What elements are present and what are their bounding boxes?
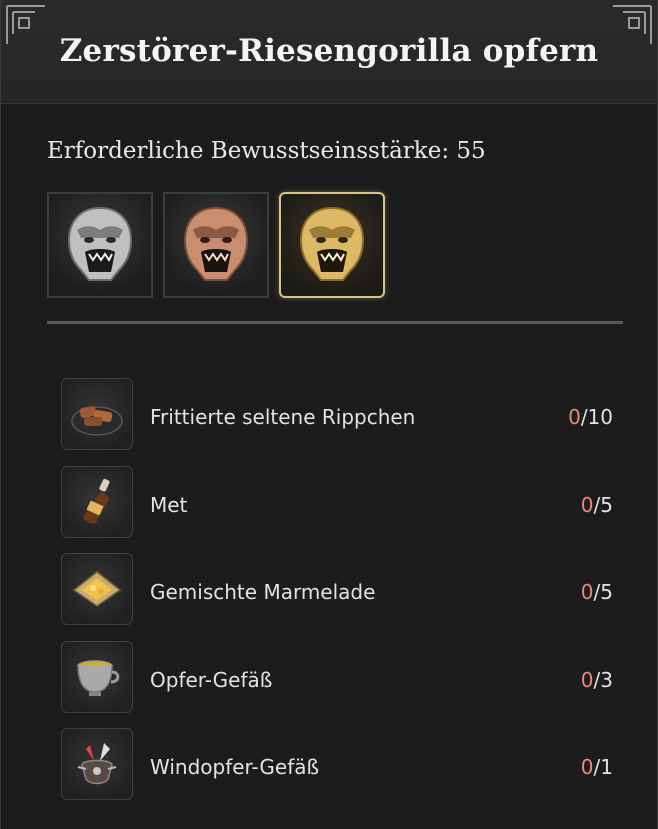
bronze-gorilla-icon (183, 206, 249, 281)
item-have-count: 0 (580, 492, 594, 517)
list-item[interactable]: Met 0/5 (61, 465, 617, 540)
mead-bottle-icon (83, 478, 110, 523)
list-item[interactable]: Windopfer-Gefäß 0/1 (61, 728, 617, 802)
tier-silver-button[interactable] (47, 192, 153, 298)
item-name: Met (150, 492, 188, 517)
item-name: Windopfer-Gefäß (150, 755, 320, 779)
item-icon-slot (61, 640, 133, 713)
sacrifice-panel: Zerstörer-Riesengorilla opfern Erforderl… (0, 0, 658, 829)
item-count: 0/1 (581, 755, 613, 779)
item-icon-slot (61, 378, 133, 450)
item-count: 0/5 (581, 580, 613, 604)
item-need-count: /3 (593, 667, 613, 692)
item-have-count: 0 (568, 405, 581, 429)
item-icon-slot (61, 728, 133, 800)
item-icon-slot (61, 553, 133, 625)
item-icon-slot (61, 465, 133, 538)
panel-header: Zerstörer-Riesengorilla opfern (1, 0, 657, 104)
material-list: Frittierte seltene Rippchen 0/10 Met 0/5 (61, 378, 617, 816)
item-have-count: 0 (580, 755, 594, 779)
silver-gorilla-icon (67, 206, 133, 281)
list-item[interactable]: Gemischte Marmelade 0/5 (61, 553, 617, 627)
section-divider (47, 321, 623, 324)
gold-gorilla-icon (299, 206, 365, 281)
list-item[interactable]: Frittierte seltene Rippchen 0/10 (61, 378, 617, 452)
tier-selector (47, 192, 385, 298)
marmalade-icon (72, 571, 122, 607)
item-need-count: /5 (593, 580, 613, 604)
item-count: 0/3 (581, 668, 613, 692)
page-title: Zerstörer-Riesengorilla opfern (59, 33, 599, 69)
item-name: Gemischte Marmelade (150, 580, 376, 604)
requirement-text: Erforderliche Bewusstseinsstärke: 55 (47, 138, 486, 164)
item-need-count: /10 (580, 405, 613, 429)
item-count: 0/10 (568, 405, 613, 429)
item-name: Frittierte seltene Rippchen (150, 405, 416, 429)
item-count: 0/5 (581, 493, 613, 517)
wind-vessel-icon (77, 743, 117, 785)
item-need-count: /1 (593, 755, 613, 779)
offering-cup-icon (77, 659, 120, 696)
item-have-count: 0 (580, 667, 594, 692)
ribs-icon (71, 406, 123, 436)
list-item[interactable]: Opfer-Gefäß 0/3 (61, 640, 617, 715)
item-need-count: /5 (593, 492, 613, 517)
item-have-count: 0 (580, 580, 594, 604)
tier-gold-button[interactable] (279, 192, 385, 298)
item-name: Opfer-Gefäß (150, 667, 273, 692)
tier-bronze-button[interactable] (163, 192, 269, 298)
